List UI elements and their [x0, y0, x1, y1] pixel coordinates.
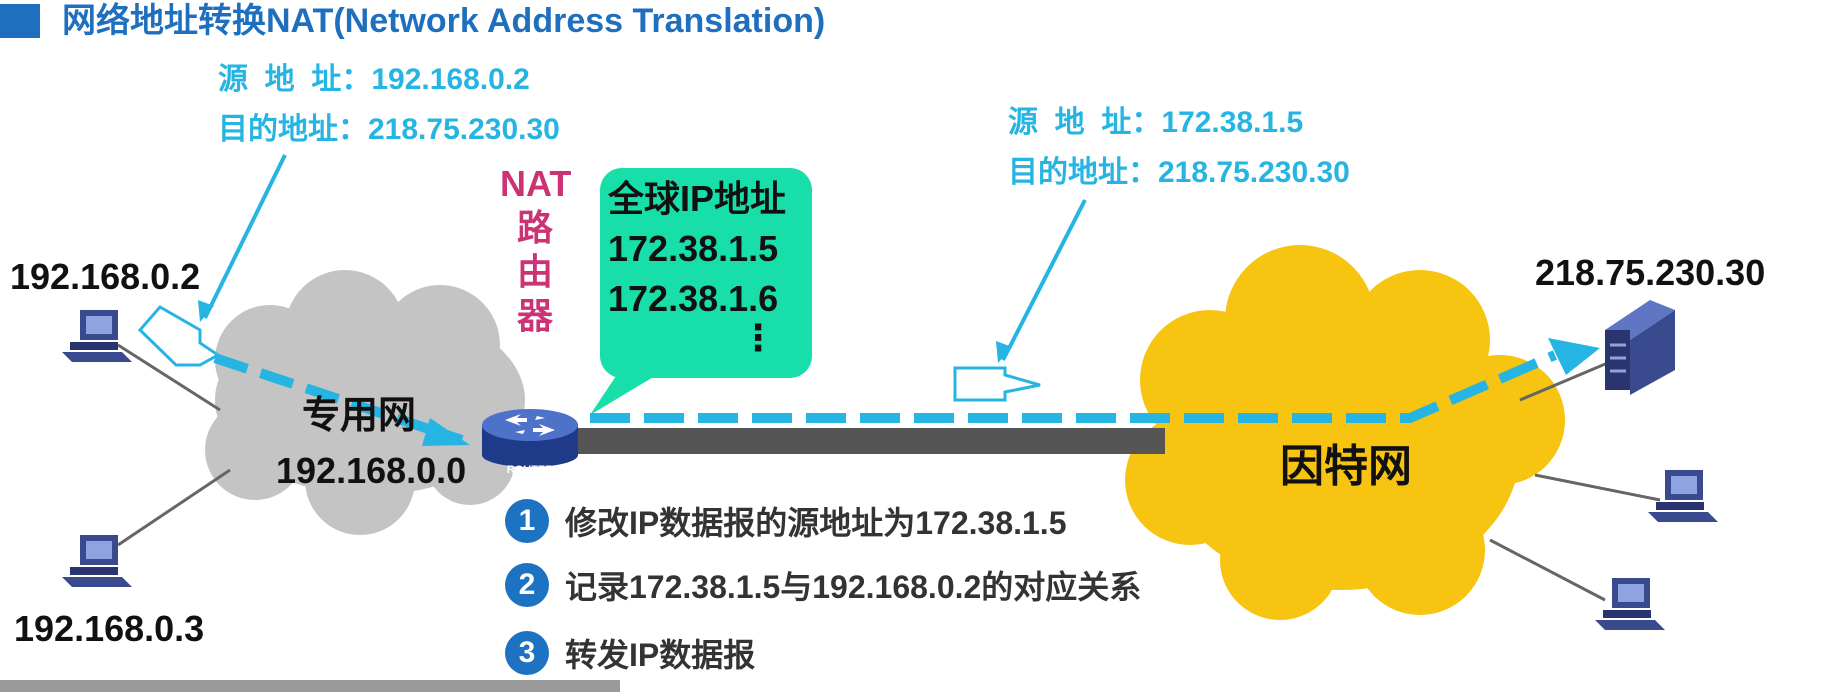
step-1: 1 修改IP数据报的源地址为172.38.1.5 [505, 496, 1067, 546]
host-a-address: 192.168.0.2 [10, 256, 201, 297]
packet-left-dst-label: 目的地址 [218, 113, 338, 146]
bottom-divider [0, 680, 620, 692]
pool-address: 172.38.1.5 [608, 228, 779, 269]
step-text: 修改IP数据报的源地址为172.38.1.5 [565, 505, 1067, 541]
packet-left-dst-value: 218.75.230.30 [368, 113, 560, 146]
host-icon-d [1595, 578, 1665, 630]
step-number-badge: 1 [505, 499, 549, 543]
leader-left [203, 154, 287, 319]
packet-right-dst: 目的地址：218.75.230.30 [1008, 156, 1350, 189]
packet-right-src-label: 源 地 址 [1008, 106, 1132, 139]
step-number-badge: 2 [505, 563, 549, 607]
nat-label-line-1: NAT [500, 163, 572, 204]
packet-right-src: 源 地 址：172.38.1.5 [1008, 106, 1304, 139]
packet-left-src-label: 源 地 址 [218, 63, 342, 96]
leader-right [1001, 199, 1087, 361]
host-icon-a [62, 310, 132, 362]
private-network-address: 192.168.0.0 [276, 450, 467, 491]
router-icon-label: ROUTER [507, 464, 554, 476]
host-b-address: 192.168.0.3 [14, 608, 205, 649]
packet-left-dst: 目的地址：218.75.230.30 [218, 113, 560, 146]
step-2: 2 记录172.38.1.5与192.168.0.2的对应关系 [505, 560, 1141, 610]
nat-label-line-3: 由 [516, 251, 553, 292]
nat-label-line-4: 器 [516, 295, 553, 336]
packet-right-dst-value: 218.75.230.30 [1158, 156, 1350, 189]
nat-router-label: NAT 路 由 器 [500, 162, 572, 338]
step-text: 记录172.38.1.5与192.168.0.2的对应关系 [565, 569, 1142, 605]
server-icon [1605, 300, 1675, 395]
packet-left-src-value: 192.168.0.2 [371, 63, 530, 96]
packet-right-src-value: 172.38.1.5 [1161, 106, 1304, 139]
server-address: 218.75.230.30 [1535, 252, 1766, 293]
packet-right-dst-label: 目的地址 [1008, 156, 1128, 189]
step-number-badge: 3 [505, 631, 549, 675]
internet-name: 因特网 [1280, 442, 1412, 491]
step-text: 转发IP数据报 [565, 637, 756, 673]
packet-left-src: 源 地 址：192.168.0.2 [218, 63, 530, 96]
step-3: 3 转发IP数据报 [505, 628, 755, 678]
backbone-link [545, 428, 1165, 454]
pool-title: 全球IP地址 [608, 178, 787, 219]
pool-more: ⋮ [740, 317, 776, 358]
private-network-name: 专用网 [302, 395, 417, 437]
packet-icon-right [953, 366, 1041, 402]
global-ip-pool: 全球IP地址 172.38.1.5 172.38.1.6 ⋮ [600, 168, 812, 378]
nat-label-line-2: 路 [516, 207, 553, 248]
host-icon-c [1648, 470, 1718, 522]
